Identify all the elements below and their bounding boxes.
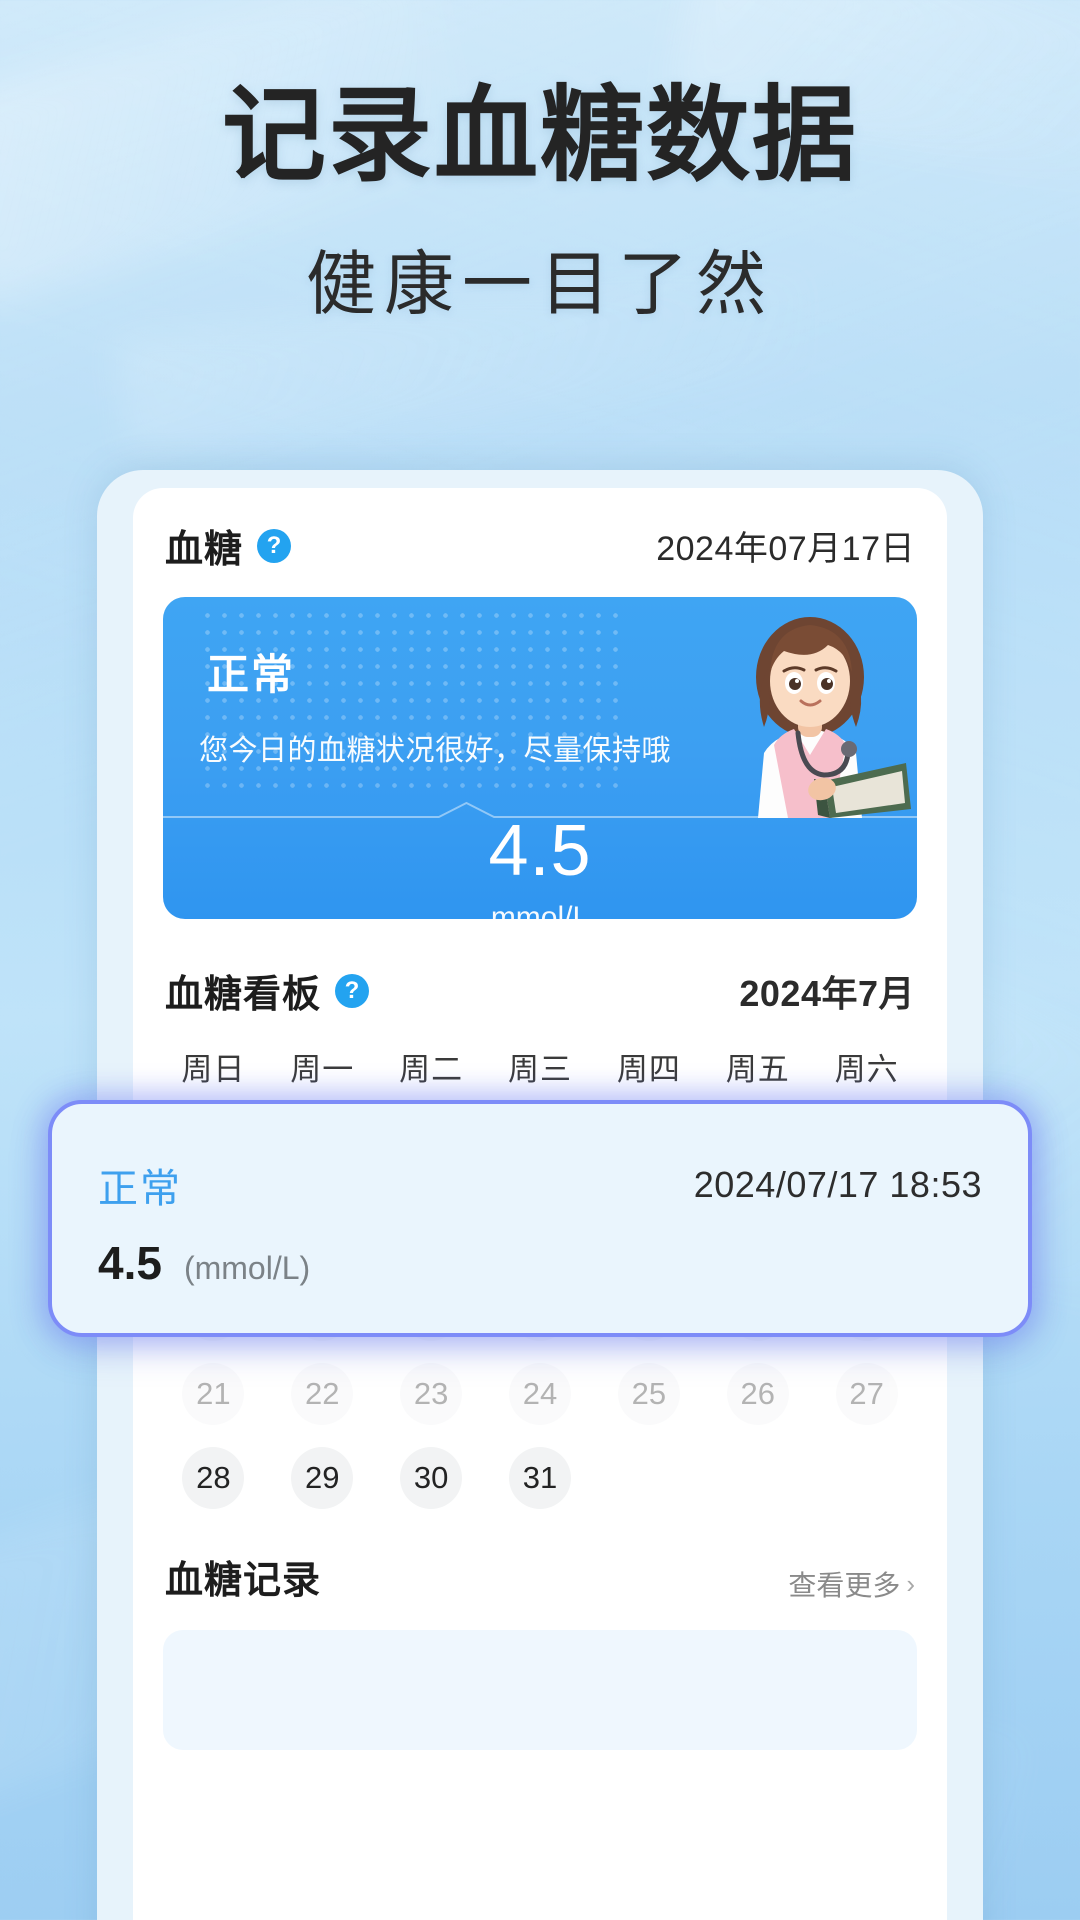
calendar-day[interactable]: 28	[182, 1447, 245, 1509]
promo-subheadline: 健康一目了然	[306, 245, 774, 324]
weekday-label: 周六	[834, 1052, 899, 1087]
calendar-day-cell[interactable]: 29	[268, 1447, 377, 1509]
calendar-weekday-header: 周日 周一 周二 周三 周四 周五 周六	[133, 1044, 947, 1089]
promo-headline: 记录血糖数据	[221, 78, 858, 194]
calendar-day-cell[interactable]: 25	[594, 1363, 703, 1425]
glucose-reading: 4.5 mmol/L	[163, 815, 917, 919]
calendar-day-cell[interactable]: 27	[812, 1363, 921, 1425]
calendar-day[interactable]: 27	[835, 1363, 898, 1425]
doctor-illustration	[756, 617, 911, 818]
glucose-section-header: 血糖 ? 2024年07月17日	[133, 488, 947, 583]
highlight-card-top-row: 正常 2024/07/17 18:53	[52, 1104, 1028, 1214]
glucose-unit: mmol/L	[490, 901, 590, 919]
record-section-header: 血糖记录 查看更多 ›	[133, 1509, 947, 1604]
question-mark-icon[interactable]: ?	[335, 973, 370, 1008]
board-section-header: 血糖看板 ? 2024年7月	[133, 919, 947, 1028]
calendar-day[interactable]: 31	[509, 1447, 571, 1509]
highlight-timestamp: 2024/07/17 18:53	[693, 1164, 982, 1205]
calendar-day[interactable]: 25	[617, 1363, 680, 1425]
calendar-day	[836, 1447, 898, 1509]
calendar-day-cell[interactable]: 26	[703, 1363, 812, 1425]
calendar-day[interactable]: 24	[509, 1363, 571, 1425]
record-section-title: 血糖记录	[165, 1560, 322, 1602]
calendar-day-cell	[594, 1447, 703, 1509]
glucose-status-card[interactable]: 正常 您今日的血糖状况很好，尽量保持哦 4.5 mmol/L	[163, 597, 917, 919]
calendar-day-cell	[812, 1447, 921, 1509]
calendar-day[interactable]: 30	[400, 1447, 463, 1509]
calendar-day-cell[interactable]: 21	[159, 1363, 268, 1425]
calendar-day-cell[interactable]: 30	[377, 1447, 486, 1509]
status-badge: 正常	[207, 651, 296, 698]
glucose-section-title: 血糖	[165, 529, 244, 571]
board-section-title: 血糖看板	[165, 974, 322, 1016]
weekday-label: 周三	[508, 1052, 572, 1087]
calendar-day-cell	[703, 1447, 812, 1509]
view-more-label: 查看更多	[788, 1570, 901, 1601]
calendar-day[interactable]: 26	[726, 1363, 789, 1425]
chevron-right-icon: ›	[906, 1569, 915, 1599]
view-more-button[interactable]: 查看更多 ›	[788, 1564, 915, 1604]
highlight-status-label: 正常	[98, 1167, 182, 1211]
calendar-day-cell[interactable]: 23	[377, 1363, 486, 1425]
glucose-title-group: 血糖 ?	[165, 518, 292, 573]
calendar-week-row: 28 29 30 31	[133, 1447, 947, 1509]
calendar-day-cell[interactable]: 28	[159, 1447, 268, 1509]
calendar-week-row: 21 22 23 24 25 26 27	[133, 1363, 947, 1425]
calendar-day[interactable]: 22	[291, 1363, 354, 1425]
calendar-day[interactable]: 23	[400, 1363, 463, 1425]
calendar-day-cell[interactable]: 22	[268, 1363, 377, 1425]
calendar-day-cell[interactable]: 31	[486, 1447, 595, 1509]
promo-heading-block: 记录血糖数据 健康一目了然	[0, 78, 1080, 329]
highlight-unit: (mmol/L)	[183, 1250, 311, 1286]
calendar-day	[618, 1447, 680, 1509]
board-month: 2024年7月	[739, 972, 915, 1014]
calendar-day[interactable]: 29	[291, 1447, 354, 1509]
weekday-label: 周一	[290, 1052, 355, 1087]
highlight-value: 4.5	[98, 1237, 162, 1289]
highlighted-record-card[interactable]: 正常 2024/07/17 18:53 4.5 (mmol/L)	[48, 1100, 1032, 1337]
highlight-card-value-row: 4.5 (mmol/L)	[52, 1214, 1028, 1290]
record-list-item[interactable]	[163, 1630, 917, 1750]
weekday-label: 周二	[399, 1052, 464, 1087]
weekday-label: 周日	[181, 1052, 246, 1087]
calendar-day	[727, 1447, 789, 1509]
calendar-day[interactable]: 21	[182, 1363, 245, 1425]
glucose-date: 2024年07月17日	[656, 530, 915, 568]
board-title-group: 血糖看板 ?	[165, 963, 370, 1018]
weekday-label: 周四	[616, 1052, 681, 1087]
calendar-day-cell[interactable]: 24	[486, 1363, 595, 1425]
status-description: 您今日的血糖状况很好，尽量保持哦	[199, 735, 672, 767]
glucose-value: 4.5	[488, 811, 592, 891]
question-mark-icon[interactable]: ?	[257, 528, 292, 563]
weekday-label: 周五	[725, 1052, 790, 1087]
